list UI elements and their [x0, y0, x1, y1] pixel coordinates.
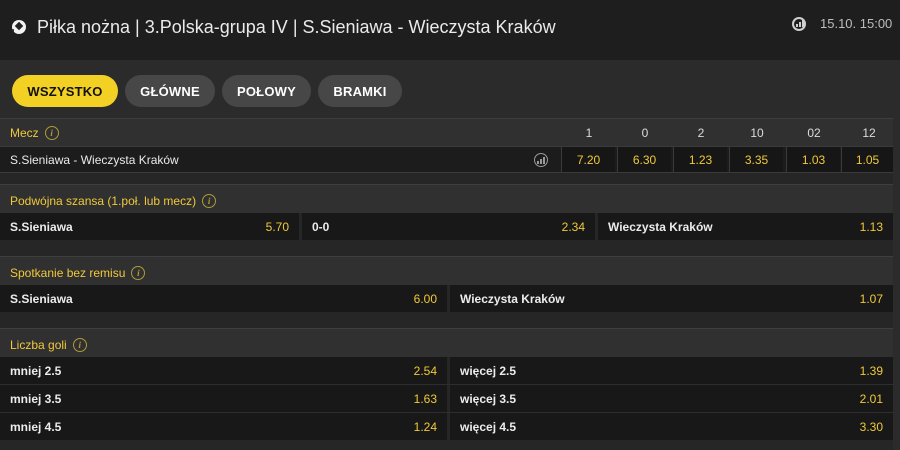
option-label: Wieczysta Kraków	[460, 292, 565, 306]
option-wieczysta-krakow[interactable]: Wieczysta Kraków 1.13	[598, 213, 893, 240]
info-icon[interactable]: i	[44, 126, 59, 140]
section-gap	[0, 240, 900, 256]
column-header-2: 2	[697, 126, 705, 140]
column-header-02: 02	[807, 126, 821, 140]
match-row: S.Sieniawa - Wieczysta Kraków 7.20 6.30 …	[0, 146, 893, 173]
soccer-ball-icon	[12, 20, 26, 34]
column-header-0: 0	[641, 126, 649, 140]
section-title: Podwójna szansa (1.poł. lub mecz) i	[10, 194, 217, 208]
info-icon[interactable]: i	[202, 194, 217, 208]
tab-glowne[interactable]: GŁÓWNE	[125, 75, 215, 107]
option-under-3-5[interactable]: mniej 3.5 1.63	[0, 385, 447, 412]
option-s-sieniawa[interactable]: S.Sieniawa 6.00	[0, 285, 447, 312]
section-title-text: Podwójna szansa (1.poł. lub mecz)	[10, 194, 197, 208]
option-odd: 3.30	[859, 420, 883, 434]
match-header: Piłka nożna | 3.Polska-grupa IV | S.Sien…	[0, 0, 900, 60]
option-odd: 2.01	[859, 392, 883, 406]
info-icon[interactable]: i	[72, 338, 87, 352]
option-label: Wieczysta Kraków	[608, 220, 713, 234]
section-title-text: Spotkanie bez remisu	[10, 266, 126, 280]
page-title: Piłka nożna | 3.Polska-grupa IV | S.Sien…	[37, 17, 556, 37]
option-label: więcej 4.5	[460, 420, 517, 434]
stats-chart-icon[interactable]	[792, 17, 806, 31]
tab-bramki[interactable]: BRAMKI	[318, 75, 402, 107]
option-odd: 5.70	[265, 220, 289, 234]
info-icon[interactable]: i	[131, 266, 146, 280]
option-odd: 1.24	[413, 420, 437, 434]
odd-button-2[interactable]: 1.23	[673, 147, 727, 172]
option-odd: 1.13	[859, 220, 883, 234]
page-bottom	[0, 440, 900, 450]
section-header-mecz: Mecz i 1 0 2 10 02 12	[0, 118, 893, 146]
option-label: więcej 2.5	[460, 364, 517, 378]
section-title-text: Mecz	[10, 126, 39, 140]
option-label: mniej 3.5	[10, 392, 62, 406]
option-over-3-5[interactable]: więcej 3.5 2.01	[450, 385, 893, 412]
option-0-0[interactable]: 0-0 2.34	[302, 213, 595, 240]
section-header-total-goals: Liczba goli i	[0, 328, 893, 357]
option-label: mniej 4.5	[10, 420, 62, 434]
column-header-12: 12	[862, 126, 876, 140]
option-label: 0-0	[312, 220, 330, 234]
tab-wszystko[interactable]: WSZYSTKO	[12, 75, 118, 107]
odd-button-0[interactable]: 6.30	[617, 147, 671, 172]
odd-button-12[interactable]: 1.05	[841, 147, 893, 172]
market-tabs: WSZYSTKO GŁÓWNE POŁOWY BRAMKI	[0, 60, 900, 118]
section-title: Liczba goli i	[10, 338, 87, 352]
column-header-1: 1	[585, 126, 593, 140]
option-odd: 1.63	[413, 392, 437, 406]
option-s-sieniawa[interactable]: S.Sieniawa 5.70	[0, 213, 299, 240]
section-title: Spotkanie bez remisu i	[10, 266, 146, 280]
option-label: więcej 3.5	[460, 392, 517, 406]
option-odd: 1.39	[859, 364, 883, 378]
odd-button-02[interactable]: 1.03	[786, 147, 840, 172]
section-title-text: Liczba goli	[10, 338, 67, 352]
odd-button-1[interactable]: 7.20	[561, 147, 615, 172]
match-datetime: 15.10. 15:00	[820, 16, 893, 31]
section-header-draw-no-bet: Spotkanie bez remisu i	[0, 256, 893, 285]
option-under-2-5[interactable]: mniej 2.5 2.54	[0, 357, 447, 384]
section-gap	[0, 174, 900, 184]
option-label: S.Sieniawa	[10, 220, 73, 234]
scrollbar-track[interactable]	[893, 118, 900, 450]
stats-chart-icon[interactable]	[534, 153, 548, 167]
option-odd: 2.34	[561, 220, 585, 234]
option-label: S.Sieniawa	[10, 292, 73, 306]
match-name[interactable]: S.Sieniawa - Wieczysta Kraków	[10, 153, 179, 167]
section-header-double-chance: Podwójna szansa (1.poł. lub mecz) i	[0, 184, 893, 213]
column-header-10: 10	[750, 126, 764, 140]
section-title: Mecz i	[10, 126, 59, 140]
option-label: mniej 2.5	[10, 364, 62, 378]
option-over-4-5[interactable]: więcej 4.5 3.30	[450, 413, 893, 440]
option-wieczysta-krakow[interactable]: Wieczysta Kraków 1.07	[450, 285, 893, 312]
option-odd: 6.00	[413, 292, 437, 306]
option-over-2-5[interactable]: więcej 2.5 1.39	[450, 357, 893, 384]
option-odd: 1.07	[859, 292, 883, 306]
tab-polowy[interactable]: POŁOWY	[222, 75, 311, 107]
odd-button-10[interactable]: 3.35	[729, 147, 783, 172]
option-odd: 2.54	[413, 364, 437, 378]
section-gap	[0, 312, 900, 328]
option-under-4-5[interactable]: mniej 4.5 1.24	[0, 413, 447, 440]
